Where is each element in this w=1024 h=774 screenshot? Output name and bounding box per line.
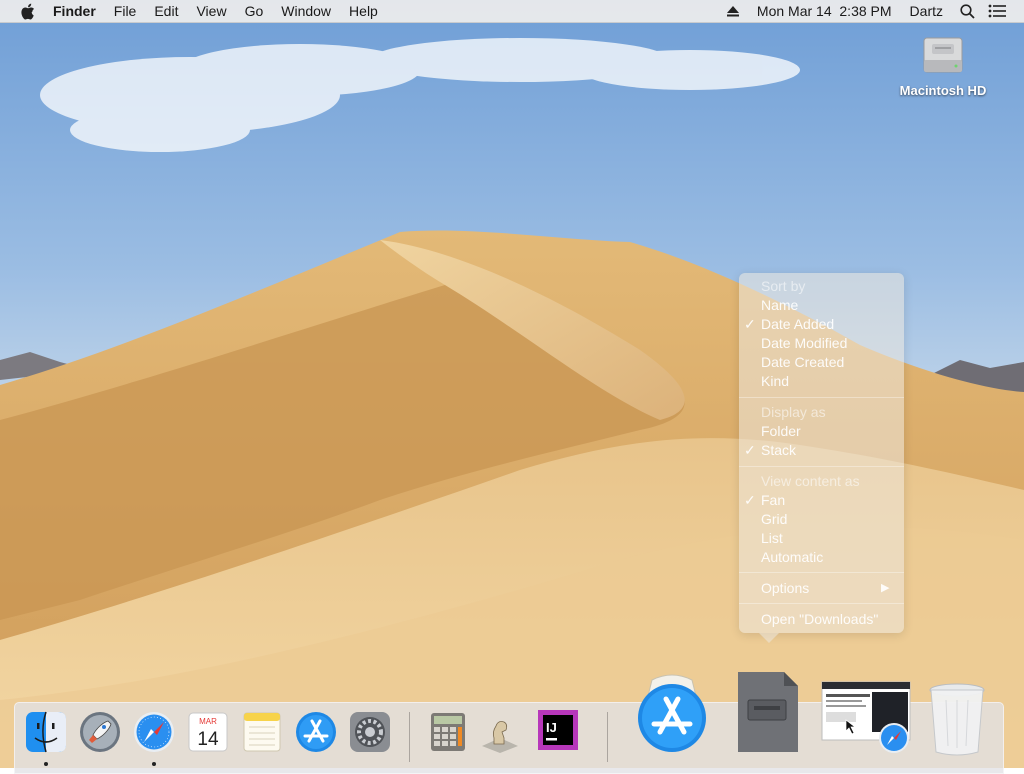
- menu-separator: [739, 397, 904, 398]
- sort-name-label: Name: [761, 297, 799, 313]
- checkmark-icon: ✓: [744, 316, 756, 332]
- app-store-download-stack[interactable]: [636, 672, 708, 757]
- view-fan-label: Fan: [761, 492, 786, 508]
- display-stack-item[interactable]: ✓ Stack: [744, 441, 797, 460]
- open-downloads-item[interactable]: Open "Downloads": [761, 610, 878, 629]
- sort-name-item[interactable]: Name: [761, 296, 798, 315]
- sort-kind-label: Kind: [761, 373, 790, 389]
- sort-date-created-label: Date Created: [761, 354, 845, 370]
- checkmark-icon: ✓: [744, 442, 756, 458]
- app-store-icon[interactable]: [294, 710, 338, 757]
- display-folder-label: Folder: [761, 423, 801, 439]
- menu-edit[interactable]: Edit: [145, 0, 187, 22]
- running-indicator: [44, 762, 48, 766]
- display-as-header: Display as: [761, 404, 826, 420]
- dock-separator: [607, 712, 608, 762]
- apple-logo-icon[interactable]: [18, 0, 36, 22]
- hard-drive-icon: [920, 32, 966, 81]
- notification-center-icon[interactable]: [985, 0, 1009, 22]
- options-label: Options: [761, 580, 810, 596]
- menu-app-name[interactable]: Finder: [44, 0, 105, 22]
- launchpad-icon[interactable]: [78, 710, 122, 757]
- open-downloads-label: Open "Downloads": [761, 611, 879, 627]
- sort-date-created-item[interactable]: Date Created: [761, 353, 844, 372]
- downloads-stack-menu: Sort by Name ✓ Date Added Date Modified …: [739, 273, 904, 643]
- menu-go[interactable]: Go: [236, 0, 273, 22]
- sort-by-header: Sort by: [761, 278, 806, 294]
- eject-icon[interactable]: [721, 0, 745, 22]
- macintosh-hd-desktop-icon[interactable]: Macintosh HD: [888, 32, 998, 98]
- menu-separator: [739, 466, 904, 467]
- display-stack-label: Stack: [761, 442, 797, 458]
- running-indicator: [152, 762, 156, 766]
- sort-date-modified-label: Date Modified: [761, 335, 848, 351]
- display-folder-item[interactable]: Folder: [761, 422, 801, 441]
- view-automatic-item[interactable]: Automatic: [761, 548, 823, 567]
- menu-file[interactable]: File: [105, 0, 146, 22]
- view-grid-item[interactable]: Grid: [761, 510, 787, 529]
- intellij-label: IJ: [546, 720, 557, 735]
- chess-icon[interactable]: [478, 710, 522, 757]
- view-list-item[interactable]: List: [761, 529, 783, 548]
- screenshot-stack-icon[interactable]: [820, 680, 912, 757]
- safari-icon[interactable]: [132, 710, 176, 757]
- checkmark-icon: ✓: [744, 492, 756, 508]
- spotlight-search-icon[interactable]: [955, 0, 979, 22]
- calendar-day: 14: [197, 729, 219, 750]
- sort-date-added-label: Date Added: [761, 316, 835, 332]
- sort-kind-item[interactable]: Kind: [761, 372, 789, 391]
- menu-window[interactable]: Window: [272, 0, 340, 22]
- view-list-label: List: [761, 530, 783, 546]
- options-item[interactable]: Options ▶: [761, 579, 904, 598]
- calendar-month: MAR: [199, 717, 217, 726]
- view-automatic-label: Automatic: [761, 549, 824, 565]
- intellij-idea-icon[interactable]: IJ: [536, 708, 580, 755]
- finder-icon[interactable]: [24, 710, 68, 757]
- sort-date-added-item[interactable]: ✓ Date Added: [744, 315, 835, 334]
- menu-bar: Finder File Edit View Go Window Help Mon…: [0, 0, 1024, 23]
- menu-view[interactable]: View: [187, 0, 235, 22]
- view-fan-item[interactable]: ✓ Fan: [744, 491, 786, 510]
- view-grid-label: Grid: [761, 511, 788, 527]
- menubar-user[interactable]: Dartz: [901, 0, 952, 22]
- calendar-icon[interactable]: MAR 14: [186, 710, 230, 757]
- menu-help[interactable]: Help: [340, 0, 387, 22]
- submenu-arrow-icon: ▶: [881, 582, 890, 594]
- system-preferences-icon[interactable]: [348, 710, 392, 757]
- dock-separator: [409, 712, 410, 762]
- menu-separator: [739, 572, 904, 573]
- menubar-clock[interactable]: Mon Mar 14 2:38 PM: [748, 0, 901, 22]
- downloads-stack-icon[interactable]: [734, 670, 800, 757]
- calculator-icon[interactable]: [426, 710, 470, 757]
- menu-separator: [739, 603, 904, 604]
- view-content-as-header: View content as: [761, 473, 860, 489]
- macintosh-hd-label: Macintosh HD: [899, 83, 987, 98]
- trash-icon[interactable]: [928, 682, 986, 759]
- sort-date-modified-item[interactable]: Date Modified: [761, 334, 847, 353]
- notes-icon[interactable]: [240, 710, 284, 757]
